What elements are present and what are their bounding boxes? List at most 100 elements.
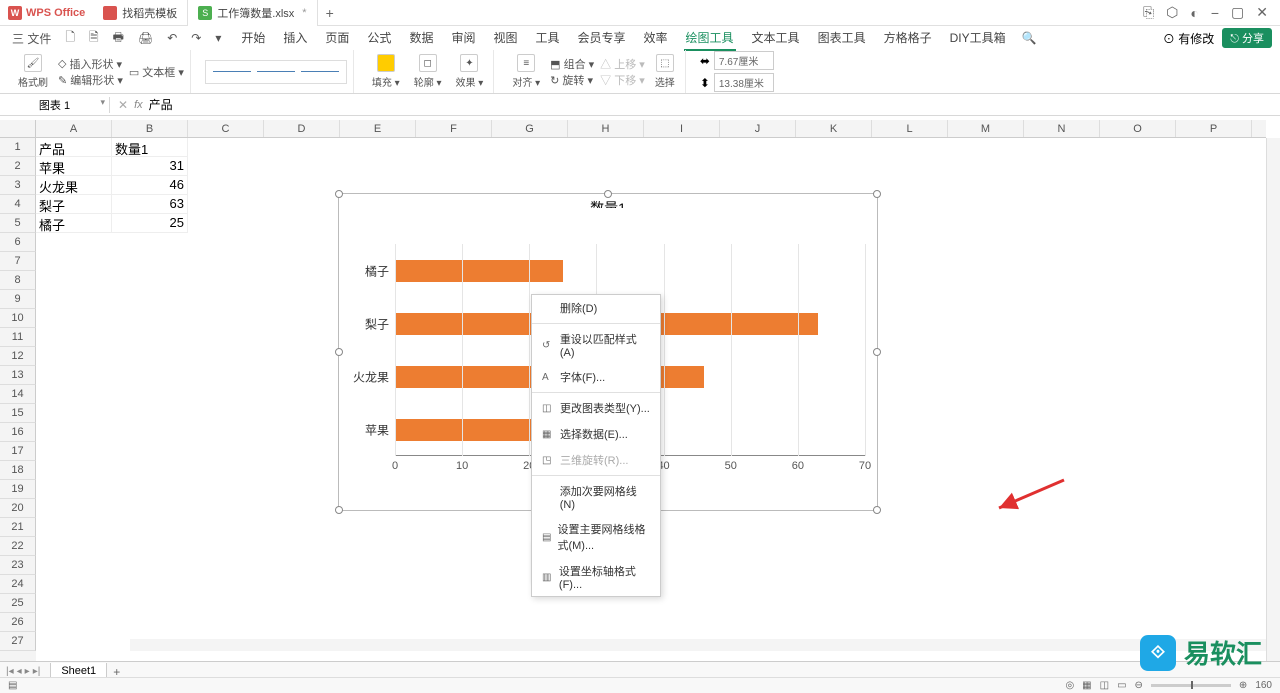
row-header-1[interactable]: 1 <box>0 138 36 157</box>
cell-A3[interactable]: 火龙果 <box>36 176 112 195</box>
menu-tab-4[interactable]: 数据 <box>407 26 435 51</box>
effect-button[interactable]: ✦效果 ▾ <box>452 54 488 89</box>
select-button[interactable]: ⬚选择 <box>651 54 679 89</box>
menu-tab-13[interactable]: 方格格子 <box>882 26 934 51</box>
col-header-M[interactable]: M <box>948 120 1024 137</box>
sheet-nav[interactable]: |◂◂▸▸| <box>0 666 46 677</box>
opt3-icon[interactable]: ◐ <box>1184 5 1204 21</box>
qa-preview-icon[interactable]: 🖨 <box>134 29 157 47</box>
row-header-18[interactable]: 18 <box>0 461 36 480</box>
ctx-item[interactable]: 添加次要网格线(N) <box>532 478 660 516</box>
cell-B3[interactable]: 46 <box>112 176 188 195</box>
col-header-I[interactable]: I <box>644 120 720 137</box>
row-header-8[interactable]: 8 <box>0 271 36 290</box>
bar-橘子[interactable] <box>395 260 563 282</box>
cell-A2[interactable]: 苹果 <box>36 157 112 176</box>
minimize-button[interactable]: − <box>1205 5 1225 21</box>
row-header-17[interactable]: 17 <box>0 442 36 461</box>
chart-object[interactable]: 数量1 橘子梨子火龙果苹果010203040506070 数量1 删除(D)↺重… <box>338 193 878 511</box>
col-header-C[interactable]: C <box>188 120 264 137</box>
menu-tab-11[interactable]: 文本工具 <box>750 26 802 51</box>
ctx-item[interactable]: 删除(D) <box>532 295 660 321</box>
zoom-value[interactable]: 160 <box>1255 680 1272 691</box>
qa-print-icon[interactable]: 🖶 <box>109 26 128 51</box>
col-header-P[interactable]: P <box>1176 120 1252 137</box>
text-box-button[interactable]: ▭ 文本框 ▾ <box>129 64 184 80</box>
ctx-item[interactable]: ▤设置主要网格线格式(M)... <box>532 516 660 558</box>
changes-indicator[interactable]: ⊙ 有修改 <box>1163 30 1214 47</box>
edit-shape-button[interactable]: ✎ 编辑形状 ▾ <box>58 72 123 88</box>
menu-tab-6[interactable]: 视图 <box>491 26 519 51</box>
row-header-15[interactable]: 15 <box>0 404 36 423</box>
ctx-item[interactable]: ◫更改图表类型(Y)... <box>532 395 660 421</box>
menu-tab-12[interactable]: 图表工具 <box>816 26 868 51</box>
vertical-scrollbar[interactable] <box>1266 138 1280 663</box>
zoom-out-icon[interactable]: ⊖ <box>1135 680 1143 691</box>
line-style-gallery[interactable] <box>205 60 347 84</box>
move-down-button[interactable]: ▽ 下移 ▾ <box>600 72 645 88</box>
ctx-item[interactable]: ↺重设以匹配样式(A) <box>532 326 660 364</box>
menu-tab-10[interactable]: 绘图工具 <box>684 26 736 51</box>
fill-button[interactable]: 填充 ▾ <box>368 54 404 89</box>
tab-workbook[interactable]: S 工作簿数量.xlsx * <box>188 0 317 26</box>
fx-icon[interactable]: fx <box>134 99 143 111</box>
row-header-25[interactable]: 25 <box>0 594 36 613</box>
row-header-5[interactable]: 5 <box>0 214 36 233</box>
maximize-button[interactable]: ▢ <box>1225 4 1250 21</box>
line-style-1[interactable] <box>212 65 252 79</box>
zoom-in-icon[interactable]: ⊕ <box>1239 680 1247 691</box>
search-icon[interactable]: 🔍 <box>1022 31 1037 45</box>
row-header-26[interactable]: 26 <box>0 613 36 632</box>
col-header-L[interactable]: L <box>872 120 948 137</box>
row-header-22[interactable]: 22 <box>0 537 36 556</box>
insert-shape-button[interactable]: ◇插入形状 ▾ <box>58 56 123 72</box>
resize-handle[interactable] <box>604 190 612 198</box>
zoom-slider[interactable] <box>1151 684 1231 687</box>
row-header-13[interactable]: 13 <box>0 366 36 385</box>
qa-undo-icon[interactable]: ↶ <box>163 29 181 47</box>
row-header-14[interactable]: 14 <box>0 385 36 404</box>
row-header-20[interactable]: 20 <box>0 499 36 518</box>
view-icon-1[interactable]: ◎ <box>1065 680 1074 691</box>
row-header-3[interactable]: 3 <box>0 176 36 195</box>
col-header-D[interactable]: D <box>264 120 340 137</box>
opt2-icon[interactable]: ⬡ <box>1160 4 1184 21</box>
status-icon[interactable]: ▤ <box>8 680 17 691</box>
resize-handle[interactable] <box>335 506 343 514</box>
menu-tab-5[interactable]: 审阅 <box>449 26 477 51</box>
row-header-4[interactable]: 4 <box>0 195 36 214</box>
line-style-2[interactable] <box>256 65 296 79</box>
menu-tab-9[interactable]: 效率 <box>642 26 670 51</box>
new-tab-button[interactable]: + <box>318 5 342 21</box>
menu-tab-14[interactable]: DIY工具箱 <box>948 26 1008 51</box>
col-header-H[interactable]: H <box>568 120 644 137</box>
col-header-K[interactable]: K <box>796 120 872 137</box>
row-header-12[interactable]: 12 <box>0 347 36 366</box>
resize-handle[interactable] <box>335 190 343 198</box>
format-painter-button[interactable]: 🖌格式刷 <box>14 54 52 89</box>
row-header-2[interactable]: 2 <box>0 157 36 176</box>
row-header-10[interactable]: 10 <box>0 309 36 328</box>
rotate-button[interactable]: ↻ 旋转 ▾ <box>550 72 594 88</box>
row-header-19[interactable]: 19 <box>0 480 36 499</box>
row-header-7[interactable]: 7 <box>0 252 36 271</box>
menu-tab-1[interactable]: 插入 <box>281 26 309 51</box>
row-header-11[interactable]: 11 <box>0 328 36 347</box>
row-header-6[interactable]: 6 <box>0 233 36 252</box>
qa-redo-icon[interactable]: ↷ <box>187 29 205 47</box>
group-button[interactable]: ⬒ 组合 ▾ <box>550 56 594 72</box>
move-up-button[interactable]: △ 上移 ▾ <box>600 56 645 72</box>
line-style-3[interactable] <box>300 65 340 79</box>
menu-tab-2[interactable]: 页面 <box>323 26 351 51</box>
cell-B1[interactable]: 数量1 <box>112 138 188 157</box>
opt1-icon[interactable]: ⎘ <box>1137 4 1160 21</box>
formula-text[interactable]: 产品 <box>149 96 173 113</box>
select-all-corner[interactable] <box>0 120 36 138</box>
close-button[interactable]: ✕ <box>1250 4 1274 21</box>
row-header-9[interactable]: 9 <box>0 290 36 309</box>
cancel-icon[interactable]: ✕ <box>118 98 128 112</box>
tab-template[interactable]: 找稻壳模板 <box>93 0 188 26</box>
col-header-J[interactable]: J <box>720 120 796 137</box>
ctx-item[interactable]: A字体(F)... <box>532 364 660 390</box>
align-button[interactable]: ≡对齐 ▾ <box>508 54 544 89</box>
